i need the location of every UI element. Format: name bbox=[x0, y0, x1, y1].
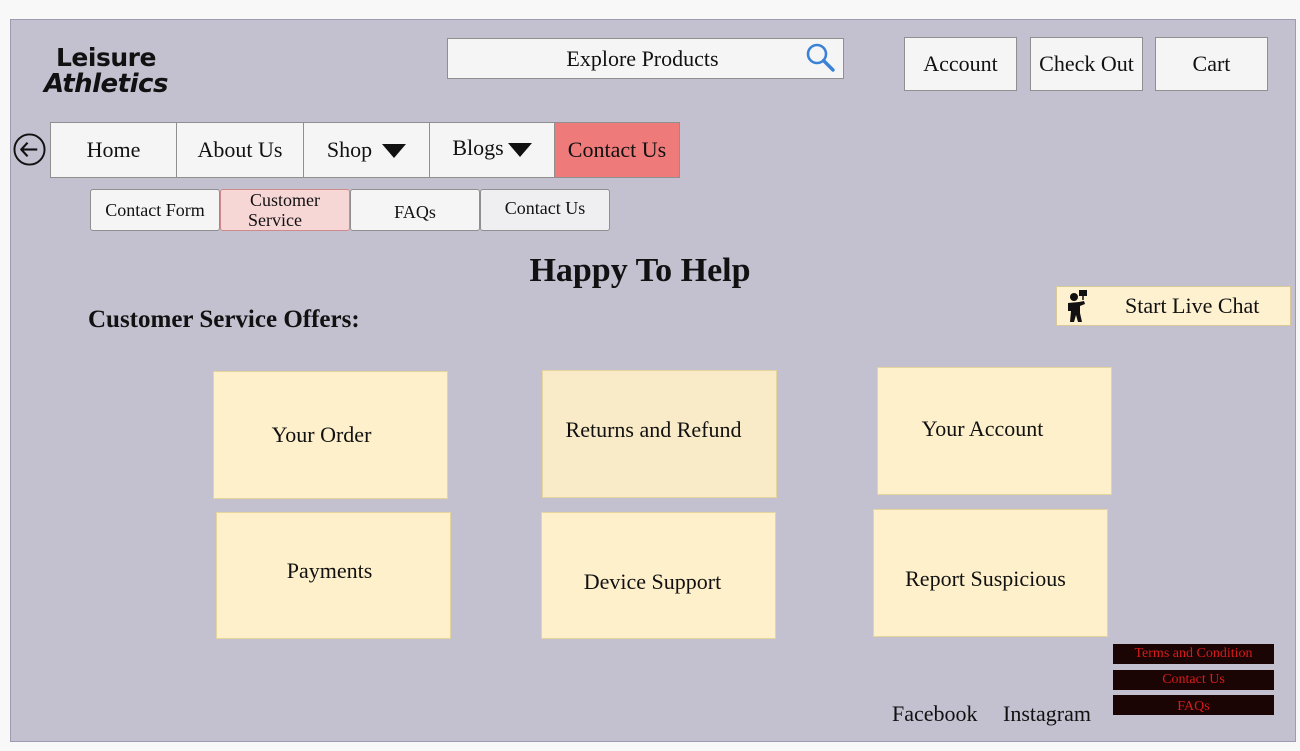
facebook-link[interactable]: Facebook bbox=[892, 701, 978, 727]
account-button[interactable]: Account bbox=[904, 37, 1017, 91]
card-label: Payments bbox=[286, 557, 373, 583]
nav-item-about-us[interactable]: About Us bbox=[177, 123, 304, 177]
cart-button-label: Cart bbox=[1192, 51, 1231, 76]
offers-heading: Customer Service Offers: bbox=[88, 306, 360, 333]
card-your-order[interactable]: Your Order bbox=[213, 371, 448, 499]
footer-terms-link[interactable]: Terms and Condition bbox=[1113, 644, 1274, 664]
nav-item-contact-us[interactable]: Contact Us bbox=[555, 123, 679, 177]
footer-contact-link[interactable]: Contact Us bbox=[1113, 670, 1274, 690]
cart-button[interactable]: Cart bbox=[1155, 37, 1268, 91]
start-live-chat-button[interactable]: Start Live Chat bbox=[1056, 286, 1291, 326]
instagram-link[interactable]: Instagram bbox=[1003, 701, 1091, 727]
checkout-button-label: Check Out bbox=[1039, 51, 1134, 76]
arrow-left-circle-icon[interactable] bbox=[13, 133, 46, 166]
card-label: Report Suspicious bbox=[905, 566, 1066, 591]
subnav-label-line-1: Customer bbox=[250, 190, 320, 210]
main-nav: Home About Us Shop Blogs Contact Us bbox=[50, 122, 680, 178]
card-returns-and-refund[interactable]: Returns and Refund bbox=[542, 370, 777, 498]
sub-nav: Contact Form Customer Service FAQs Conta… bbox=[90, 189, 610, 231]
subnav-label: Contact Us bbox=[504, 198, 586, 218]
brand-line-2: Athletics bbox=[44, 69, 168, 99]
nav-item-label: Contact Us bbox=[567, 137, 667, 162]
search-icon[interactable] bbox=[805, 42, 837, 74]
nav-item-label: Blogs bbox=[452, 135, 504, 160]
nav-item-label: Home bbox=[86, 137, 141, 162]
live-chat-agent-icon bbox=[1068, 290, 1087, 322]
card-device-support[interactable]: Device Support bbox=[541, 512, 776, 639]
checkout-button[interactable]: Check Out bbox=[1030, 37, 1143, 91]
card-label: Returns and Refund bbox=[565, 417, 742, 442]
caret-down-icon bbox=[507, 143, 532, 157]
subnav-label: FAQs bbox=[394, 202, 436, 222]
card-label: Your Order bbox=[271, 422, 372, 447]
nav-item-label: About Us bbox=[197, 137, 283, 162]
account-button-label: Account bbox=[923, 51, 998, 76]
search-bar[interactable]: Explore Products bbox=[447, 38, 844, 79]
card-payments[interactable]: Payments bbox=[216, 512, 451, 639]
footer-faqs-link[interactable]: FAQs bbox=[1113, 695, 1274, 715]
nav-item-label: Shop bbox=[326, 137, 373, 162]
nav-item-blogs[interactable]: Blogs bbox=[430, 123, 555, 177]
nav-item-shop[interactable]: Shop bbox=[304, 123, 430, 177]
brand-logo[interactable]: Leisure Athletics bbox=[44, 43, 168, 99]
page-title: Happy To Help bbox=[529, 252, 751, 289]
caret-down-icon bbox=[382, 144, 407, 158]
subnav-faqs[interactable]: FAQs bbox=[350, 189, 480, 231]
card-label: Device Support bbox=[583, 568, 722, 594]
card-your-account[interactable]: Your Account bbox=[877, 367, 1112, 495]
subnav-customer-service[interactable]: Customer Service bbox=[220, 189, 350, 231]
subnav-label-line-2: Service bbox=[248, 210, 302, 230]
subnav-contact-form[interactable]: Contact Form bbox=[90, 189, 220, 231]
live-chat-label: Start Live Chat bbox=[1125, 293, 1260, 318]
search-label: Explore Products bbox=[566, 45, 719, 71]
card-label: Your Account bbox=[921, 416, 1044, 441]
brand-line-1: Leisure bbox=[56, 43, 156, 72]
subnav-label: Contact Form bbox=[105, 200, 205, 220]
card-report-suspicious[interactable]: Report Suspicious bbox=[873, 509, 1108, 637]
subnav-contact-us[interactable]: Contact Us bbox=[480, 189, 610, 231]
nav-item-home[interactable]: Home bbox=[51, 123, 177, 177]
